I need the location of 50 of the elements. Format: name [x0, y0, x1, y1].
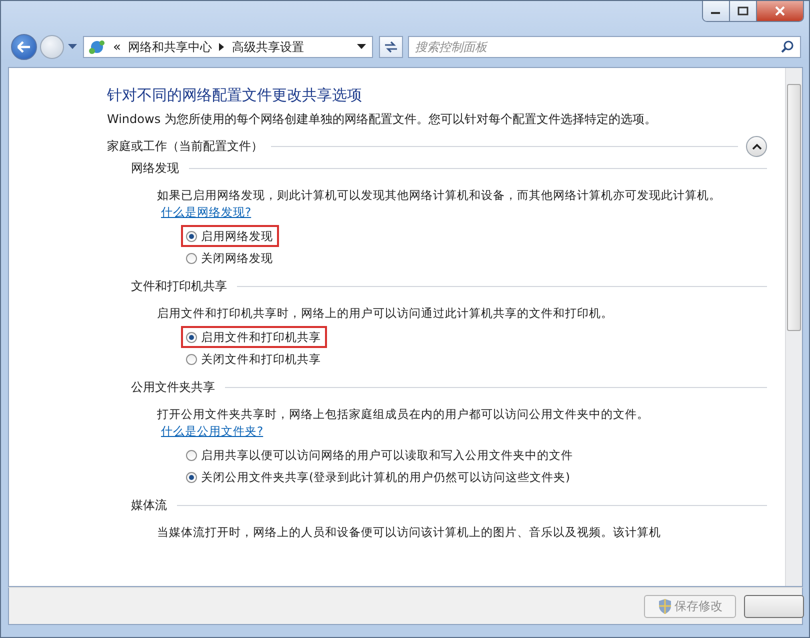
intro-text: Windows 为您所使用的每个网络创建单独的网络配置文件。您可以针对每个配置文件选择特定的选项。 [107, 111, 658, 128]
profile-heading: 家庭或工作（当前配置文件） [107, 138, 263, 155]
section-description: 当媒体流打开时，网络上的人员和设备便可以访问该计算机上的图片、音乐以及视频。该计算机 [157, 524, 662, 541]
scrollbar-thumb[interactable] [787, 84, 801, 331]
page-title: 针对不同的网络配置文件更改共享选项 [107, 86, 363, 105]
scrollbar[interactable] [785, 68, 802, 586]
radio-button[interactable] [186, 332, 197, 342]
help-link[interactable]: 什么是网络发现? [161, 205, 252, 219]
radio-button[interactable] [186, 472, 197, 482]
radio-button[interactable] [186, 354, 197, 364]
breadcrumb[interactable]: 网络和共享中心 [128, 38, 212, 56]
caret-icon[interactable] [68, 44, 77, 50]
close-icon [774, 6, 786, 16]
option-label[interactable]: 启用共享以便可以访问网络的用户可以读取和写入公用文件夹中的文件 [201, 448, 573, 462]
option-label[interactable]: 关闭文件和打印机共享 [201, 352, 321, 366]
collapse-button[interactable] [746, 136, 767, 157]
minimize-button[interactable] [703, 1, 730, 21]
section-heading: 文件和打印机共享 [131, 278, 227, 294]
breadcrumb[interactable]: 高级共享设置 [232, 38, 304, 56]
maximize-button[interactable] [730, 1, 757, 21]
help-link[interactable]: 什么是公用文件夹? [161, 424, 264, 438]
refresh-arrows-icon [384, 41, 398, 53]
search-icon [781, 40, 794, 53]
chevron-icon[interactable]: « [113, 40, 121, 54]
separator-icon [218, 43, 225, 51]
option-label[interactable]: 启用网络发现 [201, 228, 273, 244]
radio-button[interactable] [186, 450, 197, 460]
radio-button[interactable] [186, 230, 197, 242]
section-heading: 公用文件夹共享 [131, 378, 215, 396]
section-description: 如果已启用网络发现，则此计算机可以发现其他网络计算机和设备，而其他网络计算机亦可发现此计算机。 什么是网络发现? [157, 187, 722, 221]
dialog-button[interactable] [744, 594, 804, 618]
chevron-up-icon [752, 143, 762, 150]
network-icon [88, 39, 106, 55]
dropdown-caret-icon[interactable] [357, 44, 366, 50]
back-arrow-icon [17, 41, 31, 53]
option-label[interactable]: 关闭公用文件夹共享(登录到此计算机的用户仍然可以访问这些文件夹) [201, 470, 570, 484]
close-button[interactable] [757, 1, 803, 21]
option-label[interactable]: 关闭网络发现 [201, 250, 273, 266]
section-heading: 网络发现 [131, 160, 179, 176]
section-description: 打开公用文件夹共享时，网络上包括家庭组成员在内的用户都可以访问公用文件夹中的文件。 什么是公用文件夹? [157, 406, 650, 440]
radio-button[interactable] [186, 252, 197, 264]
shield-icon [658, 598, 672, 614]
address-bar[interactable]: « 网络和共享中心 高级共享设置 [83, 36, 373, 58]
section-heading: 媒体流 [131, 496, 167, 514]
option-label[interactable]: 启用文件和打印机共享 [201, 330, 321, 344]
maximize-icon [737, 6, 749, 16]
refresh-button[interactable] [379, 36, 403, 58]
search-field[interactable]: 搜索控制面板 [408, 36, 801, 58]
section-description: 启用文件和打印机共享时，网络上的用户可以访问通过此计算机共享的文件和打印机。 [157, 305, 614, 322]
back-button[interactable] [11, 34, 37, 60]
